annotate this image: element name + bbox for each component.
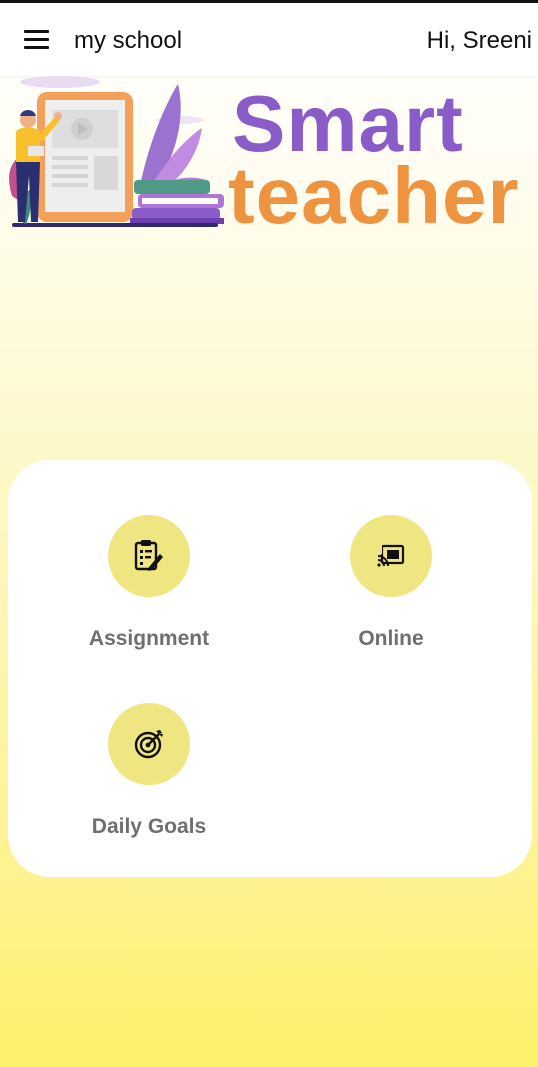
online-tile[interactable]: Online <box>291 515 491 675</box>
clipboard-pencil-icon <box>134 540 163 571</box>
assignment-icon-circle[interactable] <box>108 515 190 597</box>
app-title: my school <box>74 27 183 54</box>
daily-goals-icon-circle[interactable] <box>108 703 190 785</box>
target-icon <box>134 730 163 759</box>
daily-goals-label: Daily Goals <box>91 815 207 838</box>
hamburger-menu-icon[interactable] <box>24 30 49 50</box>
online-icon-circle[interactable] <box>350 515 432 597</box>
assignment-tile[interactable]: Assignment <box>49 515 249 675</box>
menu-card: Assignment Online Daily Goals <box>8 460 532 877</box>
daily-goals-tile[interactable]: Daily Goals <box>49 703 249 863</box>
assignment-label: Assignment <box>88 627 210 650</box>
top-app-bar: my school Hi, Sreeni <box>0 0 538 76</box>
online-label: Online <box>358 627 424 650</box>
user-greeting: Hi, Sreeni <box>426 27 532 54</box>
brand-teacher-text: teacher <box>228 151 520 240</box>
cast-icon <box>377 544 405 567</box>
